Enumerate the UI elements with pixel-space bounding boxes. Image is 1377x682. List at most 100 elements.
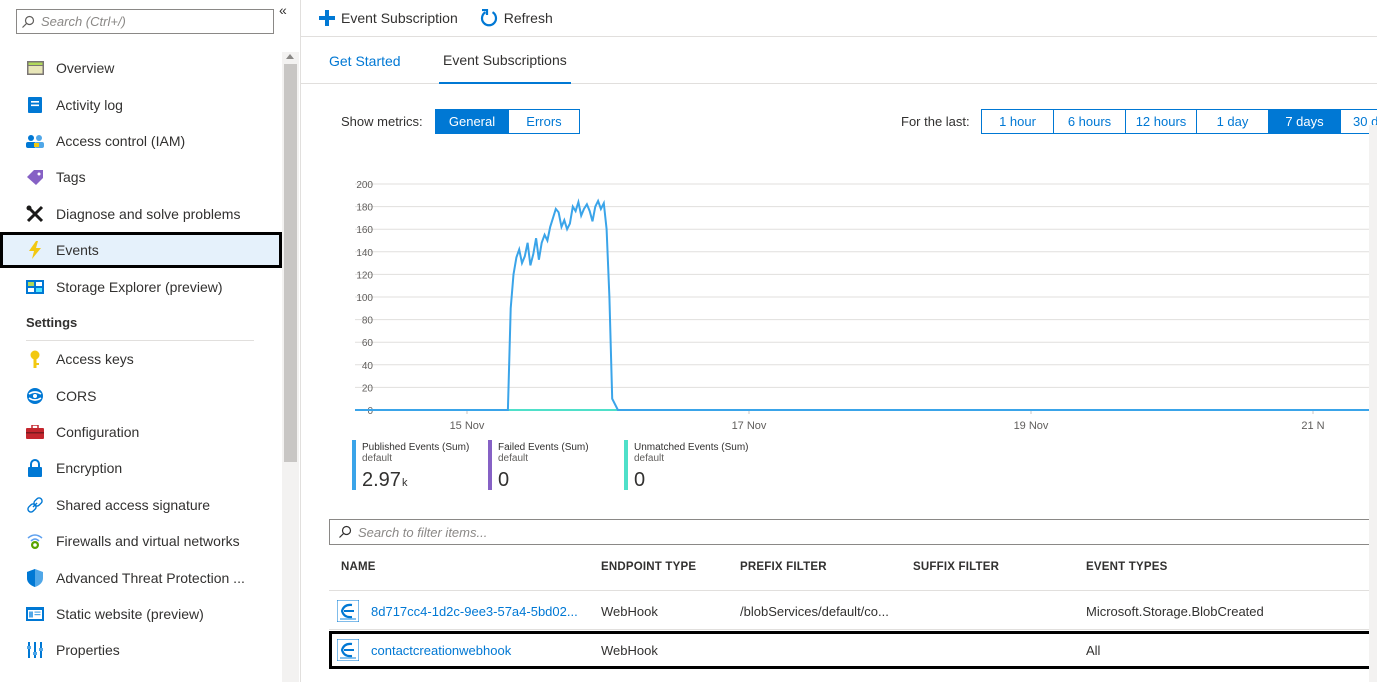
static-website-icon bbox=[26, 605, 44, 623]
sidebar-item-events[interactable]: Events bbox=[0, 231, 282, 269]
y-tick-label: 60 bbox=[362, 338, 374, 349]
y-tick-label: 80 bbox=[362, 316, 374, 327]
legend-name: Unmatched Events (Sum) bbox=[634, 442, 749, 453]
sidebar-item-cors[interactable]: CORS bbox=[0, 378, 282, 414]
sidebar-item-firewalls[interactable]: Firewalls and virtual networks bbox=[0, 523, 282, 559]
sidebar-item-shared-access-signature[interactable]: Shared access signature bbox=[0, 487, 282, 523]
sidebar-item-label: Storage Explorer (preview) bbox=[56, 278, 223, 295]
sidebar-item-overview[interactable]: Overview bbox=[0, 50, 282, 86]
lock-icon bbox=[26, 459, 44, 478]
iam-icon bbox=[26, 132, 44, 150]
sidebar-scrollbar-thumb[interactable] bbox=[284, 64, 297, 462]
time-option-1-day[interactable]: 1 day bbox=[1197, 110, 1269, 133]
wrench-icon bbox=[26, 205, 44, 223]
add-event-subscription-button[interactable]: Event Subscription bbox=[319, 10, 458, 26]
sidebar-item-access-keys[interactable]: Access keys bbox=[0, 341, 282, 377]
legend-color-bar bbox=[352, 440, 356, 490]
time-option-6-hours[interactable]: 6 hours bbox=[1054, 110, 1126, 133]
y-tick-label: 120 bbox=[356, 270, 373, 281]
overview-icon bbox=[26, 59, 44, 77]
shield-icon bbox=[26, 568, 44, 587]
legend-item-published[interactable]: Published Events (Sum) default 2.97k bbox=[352, 437, 469, 492]
legend-item-unmatched[interactable]: Unmatched Events (Sum) default 0 bbox=[624, 437, 749, 492]
settings-section-header: Settings bbox=[0, 305, 282, 342]
search-icon bbox=[22, 15, 35, 28]
sidebar-item-storage-explorer[interactable]: Storage Explorer (preview) bbox=[0, 268, 282, 304]
legend-value-unit: k bbox=[401, 477, 408, 489]
tab-event-subscriptions[interactable]: Event Subscriptions bbox=[439, 38, 571, 84]
legend-sub: default bbox=[362, 453, 393, 464]
y-tick-label: 160 bbox=[356, 225, 373, 236]
key-icon bbox=[26, 350, 44, 369]
series-line-published bbox=[355, 198, 1371, 411]
sidebar-item-label: Diagnose and solve problems bbox=[56, 205, 241, 222]
subscription-name[interactable]: contactcreationwebhook bbox=[371, 643, 511, 658]
sidebar-item-label: Encryption bbox=[56, 460, 123, 477]
sidebar-item-label: Properties bbox=[56, 642, 120, 659]
sidebar-nav: Overview Activity log Access control (IA… bbox=[0, 50, 282, 669]
sidebar-item-encryption[interactable]: Encryption bbox=[0, 450, 282, 486]
sidebar-scrollbar[interactable] bbox=[282, 52, 299, 682]
prefix-filter-cell: /blobServices/default/co... bbox=[740, 603, 889, 619]
configuration-icon bbox=[26, 423, 44, 441]
column-header-endpoint-type[interactable]: ENDPOINT TYPE bbox=[601, 561, 696, 573]
sidebar-search[interactable] bbox=[16, 9, 274, 34]
metrics-general-option[interactable]: General bbox=[436, 110, 509, 133]
refresh-icon bbox=[480, 9, 497, 27]
endpoint-type-cell: WebHook bbox=[601, 642, 658, 658]
y-tick-label: 180 bbox=[356, 203, 373, 214]
events-line-chart: 0 20 40 60 80 100 120 140 160 180 200 15 Nov 17 Nov 1… bbox=[355, 180, 1371, 432]
sidebar-item-diagnose[interactable]: Diagnose and solve problems bbox=[0, 196, 282, 232]
storage-explorer-icon bbox=[26, 278, 44, 296]
time-range-toggle: 1 hour 6 hours 12 hours 1 day 7 days 30 … bbox=[981, 109, 1377, 134]
sidebar-item-label: Static website (preview) bbox=[56, 606, 204, 623]
subscription-name-link[interactable]: 8d717cc4-1d2c-9ee3-57a4-5bd02... bbox=[337, 592, 578, 630]
webhook-icon bbox=[337, 600, 359, 622]
column-header-prefix-filter[interactable]: PREFIX FILTER bbox=[740, 561, 827, 573]
column-header-name[interactable]: NAME bbox=[341, 561, 376, 573]
plus-icon bbox=[319, 10, 335, 26]
legend-sub: default bbox=[498, 453, 529, 464]
sidebar-item-label: Access keys bbox=[56, 351, 134, 368]
sidebar-item-access-control[interactable]: Access control (IAM) bbox=[0, 123, 282, 159]
sidebar-item-label: Shared access signature bbox=[56, 496, 211, 513]
filter-input[interactable] bbox=[358, 524, 958, 540]
sidebar-item-advanced-threat-protection[interactable]: Advanced Threat Protection ... bbox=[0, 559, 282, 595]
sidebar-item-configuration[interactable]: Configuration bbox=[0, 414, 282, 450]
collapse-sidebar-button[interactable]: « bbox=[279, 2, 287, 18]
table-row[interactable]: 8d717cc4-1d2c-9ee3-57a4-5bd02... WebHook… bbox=[329, 592, 1377, 630]
sidebar-item-label: Configuration bbox=[56, 424, 140, 441]
search-icon bbox=[339, 525, 352, 538]
sidebar-item-label: Advanced Threat Protection ... bbox=[56, 569, 245, 586]
sidebar-search-input[interactable] bbox=[41, 14, 261, 29]
time-option-7-days[interactable]: 7 days bbox=[1269, 110, 1341, 133]
y-tick-label: 100 bbox=[356, 293, 373, 304]
metrics-errors-option[interactable]: Errors bbox=[509, 110, 579, 133]
subscription-name[interactable]: 8d717cc4-1d2c-9ee3-57a4-5bd02... bbox=[371, 604, 578, 619]
column-header-event-types[interactable]: EVENT TYPES bbox=[1086, 561, 1167, 573]
sidebar-item-static-website[interactable]: Static website (preview) bbox=[0, 596, 282, 632]
legend-item-failed[interactable]: Failed Events (Sum) default 0 bbox=[488, 437, 589, 492]
column-header-suffix-filter[interactable]: SUFFIX FILTER bbox=[913, 561, 999, 573]
main-scrollbar[interactable] bbox=[1369, 125, 1377, 682]
sidebar-item-label: CORS bbox=[56, 387, 97, 404]
cors-icon bbox=[26, 387, 44, 405]
scroll-up-icon[interactable] bbox=[286, 54, 294, 59]
filter-search-box[interactable] bbox=[329, 519, 1377, 545]
x-tick-label: 17 Nov bbox=[732, 420, 767, 432]
sidebar-item-tags[interactable]: Tags bbox=[0, 159, 282, 195]
sidebar-item-properties[interactable]: Properties bbox=[0, 632, 282, 668]
events-chart: 0 20 40 60 80 100 120 140 160 180 200 15 Nov 17 Nov 1… bbox=[341, 170, 1377, 435]
y-tick-label: 0 bbox=[367, 406, 373, 417]
event-types-cell: All bbox=[1086, 642, 1101, 658]
tab-get-started[interactable]: Get Started bbox=[329, 38, 401, 84]
sidebar: « Overview Activity log Access control (… bbox=[0, 0, 300, 682]
subscription-name-link[interactable]: contactcreationwebhook bbox=[337, 631, 511, 669]
refresh-button[interactable]: Refresh bbox=[480, 9, 553, 27]
legend-value-number: 2.97 bbox=[362, 469, 401, 491]
time-option-12-hours[interactable]: 12 hours bbox=[1126, 110, 1197, 133]
sidebar-item-activity-log[interactable]: Activity log bbox=[0, 86, 282, 122]
link-icon bbox=[26, 496, 44, 514]
time-option-1-hour[interactable]: 1 hour bbox=[982, 110, 1054, 133]
table-row[interactable]: contactcreationwebhook WebHook All bbox=[329, 631, 1377, 669]
